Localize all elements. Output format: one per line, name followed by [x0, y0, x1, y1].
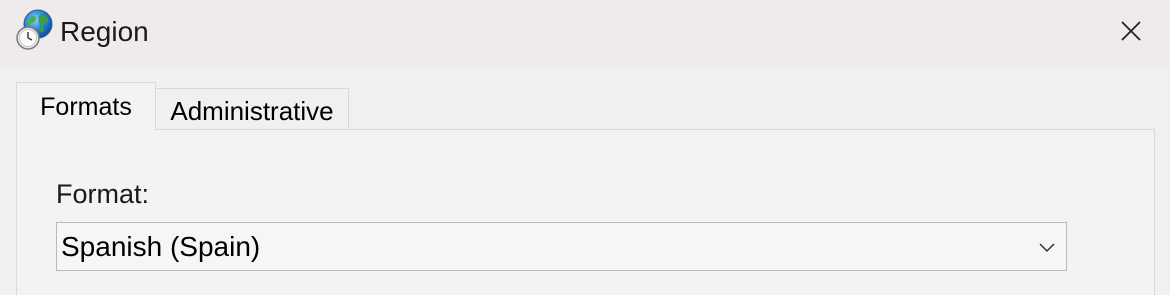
- chevron-down-icon: [1039, 243, 1055, 253]
- tab-strip: Formats Administrative: [16, 82, 1156, 131]
- format-dropdown[interactable]: Spanish (Spain): [56, 222, 1067, 271]
- tab-administrative[interactable]: Administrative: [155, 88, 349, 131]
- close-button[interactable]: [1104, 8, 1158, 54]
- region-window: Region Formats Administrative Format: Sp…: [0, 0, 1170, 295]
- format-dropdown-value: Spanish (Spain): [61, 231, 261, 262]
- window-title: Region: [60, 16, 149, 47]
- tab-formats[interactable]: Formats: [16, 82, 156, 131]
- close-icon: [1121, 21, 1141, 41]
- format-label: Format:: [56, 179, 150, 209]
- title-bar: Region: [0, 0, 1170, 66]
- globe-clock-icon: [12, 8, 56, 52]
